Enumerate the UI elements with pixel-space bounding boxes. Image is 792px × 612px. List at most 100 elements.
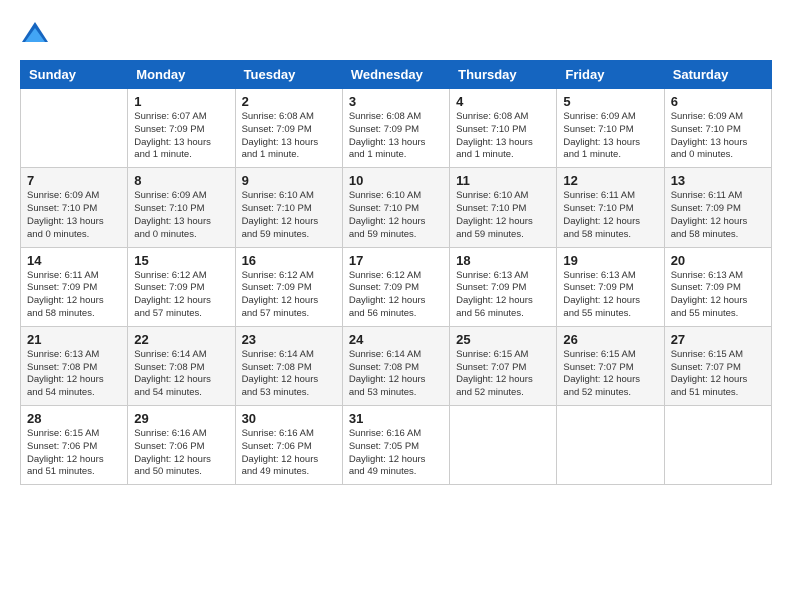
calendar-cell: 16 Sunrise: 6:12 AM Sunset: 7:09 PM Dayli… — [235, 247, 342, 326]
logo — [20, 20, 54, 50]
day-info: Sunrise: 6:16 AM Sunset: 7:06 PM Dayligh… — [242, 428, 336, 479]
day-info: Sunrise: 6:16 AM Sunset: 7:06 PM Dayligh… — [134, 428, 228, 479]
day-info: Sunrise: 6:15 AM Sunset: 7:07 PM Dayligh… — [456, 349, 550, 400]
day-info: Sunrise: 6:07 AM Sunset: 7:09 PM Dayligh… — [134, 111, 228, 162]
calendar-cell: 20 Sunrise: 6:13 AM Sunset: 7:09 PM Dayli… — [664, 247, 771, 326]
day-number: 10 — [349, 173, 443, 188]
day-info: Sunrise: 6:14 AM Sunset: 7:08 PM Dayligh… — [134, 349, 228, 400]
day-number: 21 — [27, 332, 121, 347]
day-number: 30 — [242, 411, 336, 426]
calendar-cell: 9 Sunrise: 6:10 AM Sunset: 7:10 PM Daylig… — [235, 168, 342, 247]
day-number: 24 — [349, 332, 443, 347]
calendar-week-row: 14Sunrise: 6:11 AM Sunset: 7:09 PM Dayli… — [21, 247, 772, 326]
day-number: 25 — [456, 332, 550, 347]
calendar-cell: 13 Sunrise: 6:11 AM Sunset: 7:09 PM Dayli… — [664, 168, 771, 247]
calendar-cell: 10 Sunrise: 6:10 AM Sunset: 7:10 PM Dayli… — [342, 168, 449, 247]
calendar-cell: 1 Sunrise: 6:07 AM Sunset: 7:09 PM Daylig… — [128, 89, 235, 168]
calendar-cell: 18 Sunrise: 6:13 AM Sunset: 7:09 PM Dayli… — [450, 247, 557, 326]
day-info: Sunrise: 6:13 AM Sunset: 7:09 PM Dayligh… — [456, 270, 550, 321]
calendar-cell: 2Sunrise: 6:08 AM Sunset: 7:09 PM Daylig… — [235, 89, 342, 168]
calendar-cell: 22 Sunrise: 6:14 AM Sunset: 7:08 PM Dayli… — [128, 326, 235, 405]
calendar-cell: 11 Sunrise: 6:10 AM Sunset: 7:10 PM Dayli… — [450, 168, 557, 247]
day-info: Sunrise: 6:10 AM Sunset: 7:10 PM Dayligh… — [456, 190, 550, 241]
calendar-cell: 31 Sunrise: 6:16 AM Sunset: 7:05 PM Dayli… — [342, 406, 449, 485]
day-number: 28 — [27, 411, 121, 426]
calendar-cell: 28Sunrise: 6:15 AM Sunset: 7:06 PM Dayli… — [21, 406, 128, 485]
day-info: Sunrise: 6:16 AM Sunset: 7:05 PM Dayligh… — [349, 428, 443, 479]
day-info: Sunrise: 6:10 AM Sunset: 7:10 PM Dayligh… — [242, 190, 336, 241]
calendar-table: SundayMondayTuesdayWednesdayThursdayFrid… — [20, 60, 772, 485]
day-number: 18 — [456, 253, 550, 268]
weekday-header-saturday: Saturday — [664, 61, 771, 89]
calendar-cell: 14Sunrise: 6:11 AM Sunset: 7:09 PM Dayli… — [21, 247, 128, 326]
day-number: 12 — [563, 173, 657, 188]
day-info: Sunrise: 6:15 AM Sunset: 7:07 PM Dayligh… — [671, 349, 765, 400]
calendar-cell: 15 Sunrise: 6:12 AM Sunset: 7:09 PM Dayli… — [128, 247, 235, 326]
day-number: 5 — [563, 94, 657, 109]
day-info: Sunrise: 6:13 AM Sunset: 7:09 PM Dayligh… — [671, 270, 765, 321]
day-number: 6 — [671, 94, 765, 109]
weekday-header-tuesday: Tuesday — [235, 61, 342, 89]
logo-icon — [20, 20, 50, 50]
day-number: 9 — [242, 173, 336, 188]
day-number: 1 — [134, 94, 228, 109]
calendar-cell: 17Sunrise: 6:12 AM Sunset: 7:09 PM Dayli… — [342, 247, 449, 326]
day-info: Sunrise: 6:11 AM Sunset: 7:09 PM Dayligh… — [671, 190, 765, 241]
calendar-cell: 23 Sunrise: 6:14 AM Sunset: 7:08 PM Dayli… — [235, 326, 342, 405]
day-info: Sunrise: 6:12 AM Sunset: 7:09 PM Dayligh… — [134, 270, 228, 321]
calendar-cell: 27 Sunrise: 6:15 AM Sunset: 7:07 PM Dayli… — [664, 326, 771, 405]
day-number: 16 — [242, 253, 336, 268]
day-info: Sunrise: 6:11 AM Sunset: 7:10 PM Dayligh… — [563, 190, 657, 241]
weekday-header-thursday: Thursday — [450, 61, 557, 89]
day-info: Sunrise: 6:09 AM Sunset: 7:10 PM Dayligh… — [134, 190, 228, 241]
day-info: Sunrise: 6:11 AM Sunset: 7:09 PM Dayligh… — [27, 270, 121, 321]
weekday-header-monday: Monday — [128, 61, 235, 89]
calendar-cell: 24Sunrise: 6:14 AM Sunset: 7:08 PM Dayli… — [342, 326, 449, 405]
day-number: 15 — [134, 253, 228, 268]
calendar-cell: 19 Sunrise: 6:13 AM Sunset: 7:09 PM Dayli… — [557, 247, 664, 326]
day-info: Sunrise: 6:13 AM Sunset: 7:08 PM Dayligh… — [27, 349, 121, 400]
calendar-cell — [450, 406, 557, 485]
day-info: Sunrise: 6:12 AM Sunset: 7:09 PM Dayligh… — [349, 270, 443, 321]
calendar-week-row: 7 Sunrise: 6:09 AM Sunset: 7:10 PM Daylig… — [21, 168, 772, 247]
day-info: Sunrise: 6:12 AM Sunset: 7:09 PM Dayligh… — [242, 270, 336, 321]
day-info: Sunrise: 6:10 AM Sunset: 7:10 PM Dayligh… — [349, 190, 443, 241]
day-number: 3 — [349, 94, 443, 109]
day-info: Sunrise: 6:14 AM Sunset: 7:08 PM Dayligh… — [242, 349, 336, 400]
calendar-cell: 21 Sunrise: 6:13 AM Sunset: 7:08 PM Dayli… — [21, 326, 128, 405]
calendar-cell — [664, 406, 771, 485]
calendar-cell: 30 Sunrise: 6:16 AM Sunset: 7:06 PM Dayli… — [235, 406, 342, 485]
day-info: Sunrise: 6:08 AM Sunset: 7:10 PM Dayligh… — [456, 111, 550, 162]
day-number: 4 — [456, 94, 550, 109]
day-number: 23 — [242, 332, 336, 347]
calendar-week-row: 28Sunrise: 6:15 AM Sunset: 7:06 PM Dayli… — [21, 406, 772, 485]
day-number: 11 — [456, 173, 550, 188]
calendar-cell: 6 Sunrise: 6:09 AM Sunset: 7:10 PM Daylig… — [664, 89, 771, 168]
day-info: Sunrise: 6:09 AM Sunset: 7:10 PM Dayligh… — [27, 190, 121, 241]
day-info: Sunrise: 6:09 AM Sunset: 7:10 PM Dayligh… — [671, 111, 765, 162]
calendar-cell: 5Sunrise: 6:09 AM Sunset: 7:10 PM Daylig… — [557, 89, 664, 168]
day-info: Sunrise: 6:08 AM Sunset: 7:09 PM Dayligh… — [349, 111, 443, 162]
weekday-header-sunday: Sunday — [21, 61, 128, 89]
weekday-header-row: SundayMondayTuesdayWednesdayThursdayFrid… — [21, 61, 772, 89]
calendar-cell: 29 Sunrise: 6:16 AM Sunset: 7:06 PM Dayli… — [128, 406, 235, 485]
day-number: 13 — [671, 173, 765, 188]
calendar-week-row: 21 Sunrise: 6:13 AM Sunset: 7:08 PM Dayli… — [21, 326, 772, 405]
weekday-header-wednesday: Wednesday — [342, 61, 449, 89]
calendar-cell: 12 Sunrise: 6:11 AM Sunset: 7:10 PM Dayli… — [557, 168, 664, 247]
calendar-cell: 7 Sunrise: 6:09 AM Sunset: 7:10 PM Daylig… — [21, 168, 128, 247]
day-number: 29 — [134, 411, 228, 426]
calendar-cell: 8Sunrise: 6:09 AM Sunset: 7:10 PM Daylig… — [128, 168, 235, 247]
calendar-week-row: 1 Sunrise: 6:07 AM Sunset: 7:09 PM Daylig… — [21, 89, 772, 168]
calendar-cell: 26Sunrise: 6:15 AM Sunset: 7:07 PM Dayli… — [557, 326, 664, 405]
day-number: 20 — [671, 253, 765, 268]
weekday-header-friday: Friday — [557, 61, 664, 89]
day-number: 27 — [671, 332, 765, 347]
calendar-cell: 25 Sunrise: 6:15 AM Sunset: 7:07 PM Dayli… — [450, 326, 557, 405]
day-number: 7 — [27, 173, 121, 188]
page-header — [20, 20, 772, 50]
day-number: 22 — [134, 332, 228, 347]
day-number: 19 — [563, 253, 657, 268]
day-number: 31 — [349, 411, 443, 426]
day-info: Sunrise: 6:13 AM Sunset: 7:09 PM Dayligh… — [563, 270, 657, 321]
